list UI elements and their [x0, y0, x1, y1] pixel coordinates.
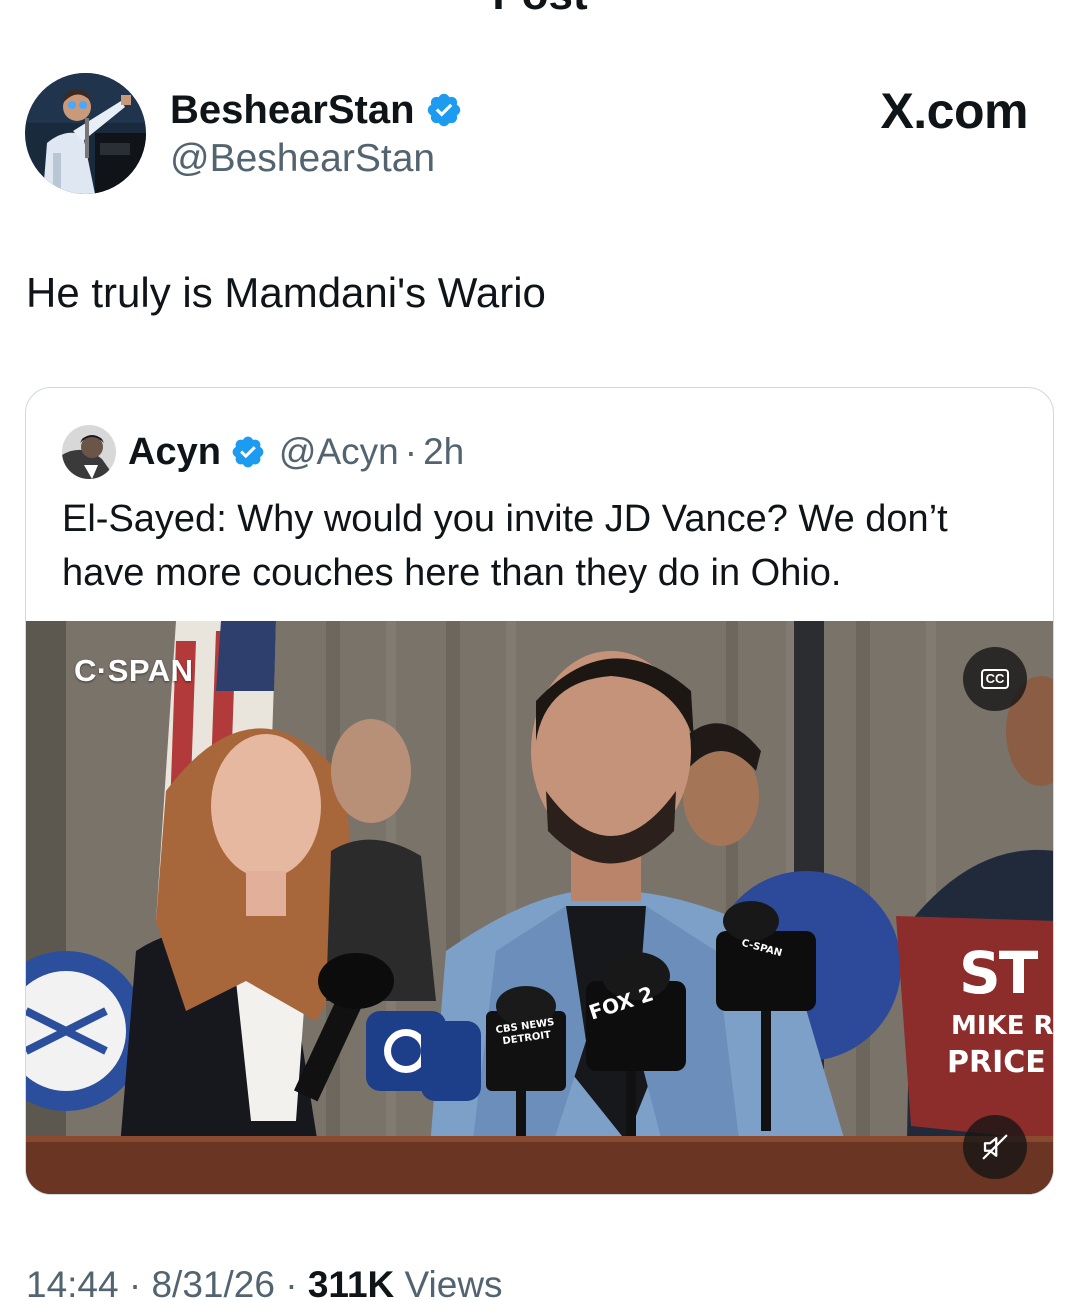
verified-badge-icon	[427, 93, 460, 127]
quote-text: El-Sayed: Why would you invite JD Vance?…	[62, 498, 948, 594]
avatar-image	[25, 73, 146, 194]
quote-video[interactable]: C·SPAN FOX 2 CBS NEWS DETROIT C-SPAN ST …	[26, 621, 1054, 1194]
quote-author-handle[interactable]: @Acyn	[279, 431, 399, 473]
quote-avatar-image	[62, 425, 116, 479]
page-title: Post	[0, 0, 1080, 20]
mute-button[interactable]	[963, 1115, 1027, 1179]
author-avatar[interactable]	[25, 73, 146, 194]
sign-line-3: PRICE	[947, 1045, 1046, 1080]
quote-header: Acyn @Acyn · 2h	[128, 426, 464, 478]
post-time[interactable]: 14:44	[26, 1264, 119, 1300]
quote-author-name[interactable]: Acyn	[128, 431, 221, 474]
sign-line-2: MIKE R	[951, 1011, 1054, 1041]
views-label: Views	[394, 1264, 503, 1300]
meta-separator: ·	[274, 1264, 308, 1300]
post-meta: 14:44 · 8/31/26 · 311K Views	[26, 1264, 503, 1300]
author-name-row: BeshearStan	[170, 86, 463, 134]
post-text: He truly is Mamdani's Wario	[26, 269, 546, 316]
cc-icon: CC	[980, 669, 1010, 689]
top-header: Post	[0, 0, 1080, 20]
author-name[interactable]: BeshearStan	[170, 86, 415, 134]
verified-badge-icon	[232, 436, 264, 468]
quote-author-avatar[interactable]	[62, 425, 116, 479]
network-logo: C·SPAN	[74, 653, 194, 688]
x-com-watermark: X.com	[880, 83, 1028, 139]
meta-separator: ·	[118, 1264, 152, 1300]
quote-timestamp[interactable]: 2h	[423, 431, 464, 473]
quote-separator: ·	[404, 431, 418, 472]
post-date[interactable]: 8/31/26	[151, 1264, 274, 1300]
video-frame	[26, 621, 1053, 1194]
sign-line-1: ST	[959, 939, 1038, 1007]
post-page: Post BeshearStan @BeshearStan X.com He t	[0, 0, 1080, 1300]
speaker-muted-icon	[982, 1134, 1008, 1160]
closed-captions-button[interactable]: CC	[963, 647, 1027, 711]
views-count[interactable]: 311K	[308, 1264, 394, 1300]
author-handle[interactable]: @BeshearStan	[170, 137, 435, 181]
quote-tweet-card[interactable]: Acyn @Acyn · 2h El-Sayed: Why would you …	[25, 387, 1054, 1195]
